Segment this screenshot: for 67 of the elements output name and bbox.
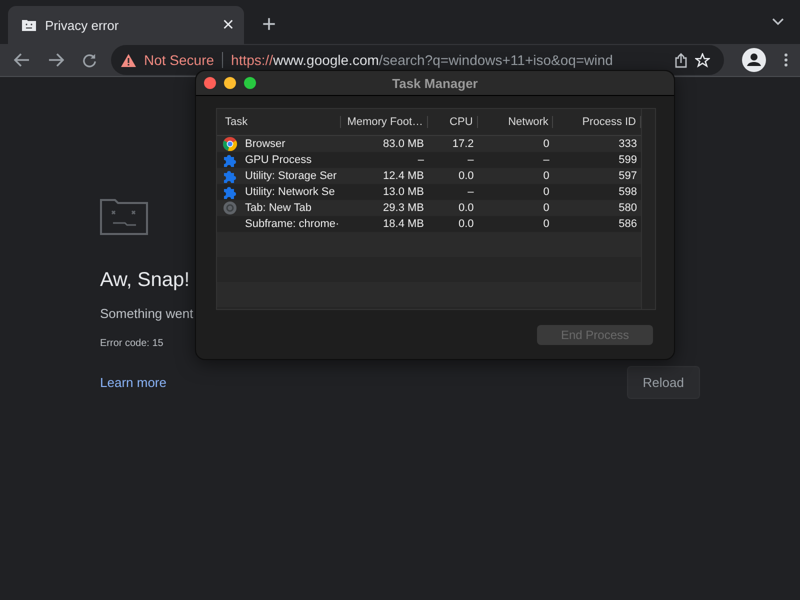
- process-id-cell-text: 598: [618, 186, 638, 198]
- network-cell-text: 0: [542, 170, 550, 182]
- memory-cell-text: 12.4 MB: [382, 170, 425, 182]
- puzzle-piece-icon: [223, 153, 237, 167]
- url-text: https://www.google.com/search?q=windows+11+iso&oq=wind: [231, 52, 614, 68]
- puzzle-piece-icon: [223, 169, 237, 183]
- network-cell-text: –: [542, 154, 550, 166]
- reload-icon[interactable]: [82, 52, 97, 68]
- close-tab-button[interactable]: ×: [222, 15, 234, 35]
- task-name: Browser: [245, 138, 286, 150]
- cpu-cell-text: 0.0: [457, 202, 475, 214]
- task-name: GPU Process: [245, 154, 312, 166]
- sad-folder-icon: [22, 19, 36, 31]
- cpu-cell-text: 0.0: [457, 218, 475, 230]
- process-row[interactable]: Tab: New Tab 29.3 MB 0.0 0 580: [217, 200, 641, 216]
- new-tab-button[interactable]: +: [262, 13, 276, 37]
- forward-arrow-icon[interactable]: [48, 53, 64, 67]
- tab-title: Privacy error: [45, 18, 120, 32]
- warning-icon: [121, 54, 136, 66]
- memory-cell-text: 18.4 MB: [382, 218, 425, 230]
- puzzle-piece-icon: [223, 185, 237, 199]
- window-title: Task Manager: [392, 76, 478, 90]
- star-icon[interactable]: [695, 52, 710, 68]
- process-id-cell-text: 586: [618, 218, 638, 230]
- process-id-cell-text: 580: [618, 202, 638, 214]
- process-row[interactable]: Browser 83.0 MB 17.2 0 333: [217, 136, 641, 152]
- share-icon[interactable]: [675, 52, 687, 68]
- close-window-button[interactable]: [204, 77, 216, 89]
- process-row[interactable]: Utility: Storage Ser 12.4 MB 0.0 0 597: [217, 168, 641, 184]
- reload-button[interactable]: Reload: [626, 366, 700, 399]
- more-menu-icon[interactable]: [784, 53, 788, 67]
- process-id-cell-text: 333: [618, 138, 638, 150]
- network-cell-text: 0: [542, 202, 550, 214]
- column-header[interactable]: Task: [217, 116, 342, 128]
- globe-icon: [223, 201, 237, 215]
- column-header[interactable]: Memory Foot…: [341, 116, 428, 128]
- cpu-cell-text: 0.0: [457, 170, 475, 182]
- cpu-cell-text: 17.2: [451, 138, 475, 150]
- process-id-cell-text: 599: [618, 154, 638, 166]
- memory-cell-text: 83.0 MB: [382, 138, 425, 150]
- network-cell-text: 0: [542, 138, 550, 150]
- zoom-window-button[interactable]: [244, 77, 256, 89]
- column-header[interactable]: CPU: [428, 116, 478, 128]
- back-arrow-icon[interactable]: [14, 53, 30, 67]
- learn-more-link[interactable]: Learn more: [100, 375, 166, 390]
- process-id-cell-text: 597: [618, 170, 638, 182]
- chrome-icon: [223, 137, 237, 151]
- network-cell-text: 0: [542, 186, 550, 198]
- error-message: Something went: [100, 306, 194, 321]
- memory-cell-text: 13.0 MB: [382, 186, 425, 198]
- browser-tab[interactable]: Privacy error ×: [8, 6, 244, 44]
- not-secure-label: Not Secure: [144, 52, 214, 68]
- error-heading: Aw, Snap!: [100, 269, 190, 292]
- error-code: Error code: 15: [100, 338, 164, 349]
- cpu-cell-text: –: [466, 186, 475, 198]
- minimize-window-button[interactable]: [224, 77, 236, 89]
- task-name: Subframe: chrome·: [245, 218, 340, 230]
- task-name: Utility: Network Se: [245, 186, 335, 198]
- memory-cell-text: 29.3 MB: [382, 202, 425, 214]
- task-name: Utility: Storage Ser: [245, 170, 337, 182]
- profile-icon[interactable]: [742, 48, 766, 72]
- chevron-down-icon[interactable]: [772, 18, 784, 26]
- cpu-cell-text: –: [466, 154, 475, 166]
- column-header[interactable]: Network: [478, 116, 554, 128]
- task-name: Tab: New Tab: [245, 202, 312, 214]
- network-cell-text: 0: [542, 218, 550, 230]
- memory-cell-text: –: [416, 154, 425, 166]
